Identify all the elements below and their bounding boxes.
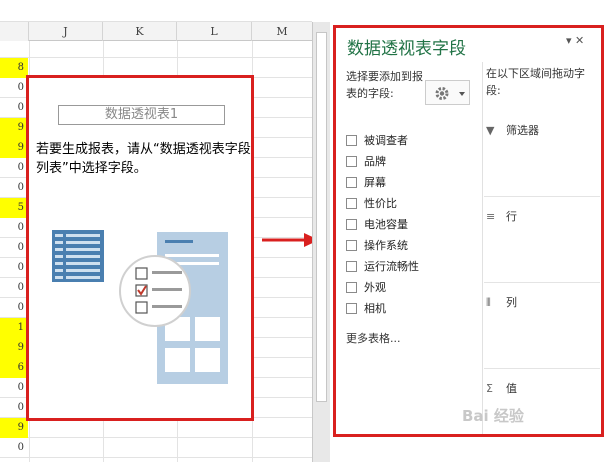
pivot-illustration-icon (52, 230, 228, 384)
area-label: 筛选器 (506, 124, 539, 137)
field-checkbox[interactable] (346, 239, 357, 251)
cell-value[interactable]: 0 (0, 98, 28, 118)
cell-value[interactable]: 0 (0, 218, 28, 238)
more-tables-link[interactable]: 更多表格... (346, 330, 401, 346)
field-settings-button[interactable] (425, 80, 470, 105)
column-header-k[interactable]: K (103, 22, 177, 41)
cell-value[interactable]: 0 (0, 298, 28, 318)
pivot-placeholder[interactable]: 数据透视表1 若要生成报表，请从“数据透视表字段列表”中选择字段。 (26, 75, 254, 421)
pane-title: 数据透视表字段 (347, 39, 466, 59)
field-label: 性价比 (364, 197, 397, 210)
field-label: 运行流畅性 (364, 260, 419, 273)
column-header-m[interactable]: M (252, 22, 312, 41)
cell-value[interactable]: 0 (0, 158, 28, 178)
choose-fields-label: 选择要添加到报表的字段: (346, 70, 423, 100)
cell-value[interactable]: 0 (0, 398, 28, 418)
cell-value[interactable]: 8 (0, 58, 28, 78)
pivot-placeholder-title: 数据透视表1 (58, 105, 225, 125)
column-header-partial[interactable] (0, 22, 29, 41)
formula-strip (0, 0, 312, 22)
field-checkbox[interactable] (346, 281, 357, 293)
area-filters[interactable]: ▼ 筛选器 (486, 122, 539, 138)
column-header-l[interactable]: L (177, 22, 252, 41)
cell-value[interactable]: 9 (0, 338, 28, 358)
cell-value[interactable]: 9 (0, 118, 28, 138)
gear-icon (435, 87, 465, 100)
area-label: 行 (506, 210, 517, 223)
area-label: 值 (506, 382, 517, 395)
cell-value[interactable]: 0 (0, 238, 28, 258)
field-label: 相机 (364, 302, 386, 315)
grid-row-line (0, 457, 312, 458)
area-rows[interactable]: ≡ 行 (486, 208, 517, 224)
field-item-os[interactable]: 操作系统 (346, 237, 408, 255)
field-item-camera[interactable]: 相机 (346, 300, 386, 318)
field-label: 被调查者 (364, 134, 408, 147)
cell-value[interactable]: 6 (0, 358, 28, 378)
field-item-battery[interactable]: 电池容量 (346, 216, 408, 234)
field-checkbox[interactable] (346, 260, 357, 272)
baidu-watermark: Bai 经验 (462, 407, 524, 425)
cell-value[interactable]: 0 (0, 438, 28, 458)
grid-row-line (0, 57, 312, 58)
area-columns[interactable]: ⦀ 列 (486, 294, 517, 310)
cell-value[interactable]: 9 (0, 418, 28, 438)
grid-row-line (0, 437, 312, 438)
field-checkbox[interactable] (346, 302, 357, 314)
column-header-j[interactable]: J (29, 22, 103, 41)
field-item-screen[interactable]: 屏幕 (346, 174, 386, 192)
area-separator (484, 368, 600, 369)
pivot-placeholder-message: 若要生成报表，请从“数据透视表字段列表”中选择字段。 (36, 142, 251, 176)
field-checkbox[interactable] (346, 155, 357, 167)
area-separator (484, 282, 600, 283)
field-checkbox[interactable] (346, 218, 357, 230)
field-item-smoothness[interactable]: 运行流畅性 (346, 258, 419, 276)
field-checkbox[interactable] (346, 176, 357, 188)
vertical-scrollbar[interactable] (312, 22, 330, 462)
cell-value[interactable]: 0 (0, 258, 28, 278)
cell-value[interactable]: 0 (0, 378, 28, 398)
drag-fields-label: 在以下区域间拖动字段: (486, 67, 585, 97)
field-item-brand[interactable]: 品牌 (346, 153, 386, 171)
filter-icon: ▼ (486, 124, 495, 137)
cell-value[interactable]: 0 (0, 78, 28, 98)
field-label: 操作系统 (364, 239, 408, 252)
rows-icon: ≡ (486, 210, 496, 223)
field-item-appearance[interactable]: 外观 (346, 279, 386, 297)
sum-icon: Σ (486, 382, 493, 395)
cell-value[interactable]: 0 (0, 278, 28, 298)
cell-value[interactable]: 5 (0, 198, 28, 218)
field-label: 品牌 (364, 155, 386, 168)
cell-value[interactable]: 9 (0, 138, 28, 158)
field-checkbox[interactable] (346, 134, 357, 146)
area-label: 列 (506, 296, 517, 309)
field-checkbox[interactable] (346, 197, 357, 209)
pane-close-controls[interactable]: ▾ ✕ (566, 34, 584, 47)
area-values[interactable]: Σ值 (486, 380, 517, 396)
screenshot-root: J K L M 80099005000001960090 数据透视表1 若要生成… (0, 0, 608, 462)
pane-divider (482, 62, 483, 434)
cell-value[interactable]: 0 (0, 178, 28, 198)
scrollbar-thumb[interactable] (316, 32, 327, 402)
red-arrow-icon (262, 233, 319, 247)
field-label: 外观 (364, 281, 386, 294)
cell-value[interactable]: 1 (0, 318, 28, 338)
column-header-row: J K L M (0, 22, 312, 41)
columns-icon: ⦀ (486, 296, 491, 309)
field-item-value[interactable]: 性价比 (346, 195, 397, 213)
field-item-respondent[interactable]: 被调查者 (346, 132, 408, 150)
field-label: 电池容量 (364, 218, 408, 231)
area-separator (484, 196, 600, 197)
field-label: 屏幕 (364, 176, 386, 189)
